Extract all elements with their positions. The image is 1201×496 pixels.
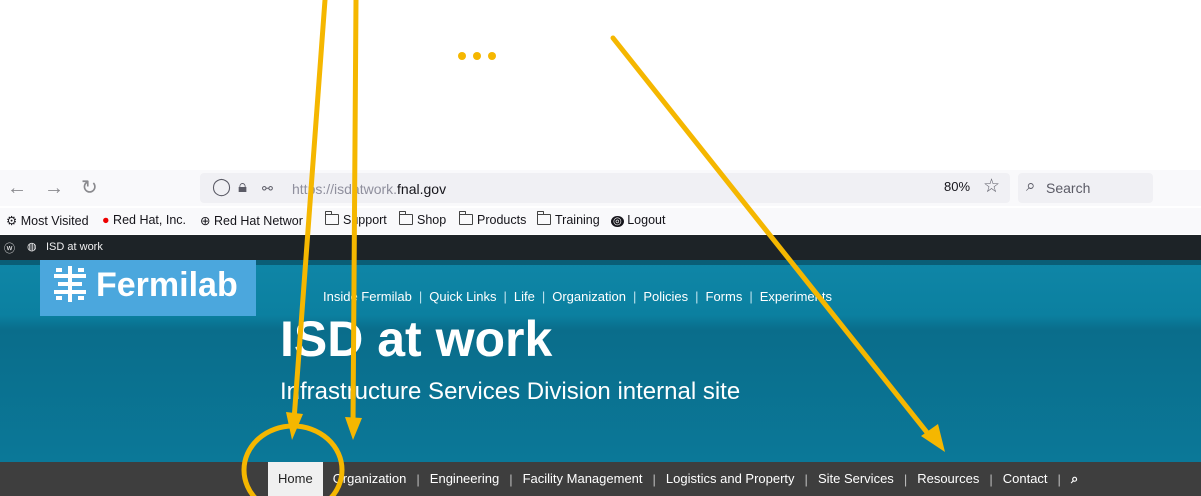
- logout-icon: ◎: [611, 216, 624, 227]
- browser-toolbar: ← → ↻ ◯ 🔒︎ ⚯ https://isdatwork.fnal.gov …: [0, 170, 1201, 206]
- bookmark-products[interactable]: Products: [458, 211, 526, 227]
- search-placeholder: Search: [1046, 180, 1091, 196]
- address-bar[interactable]: ◯ 🔒︎ ⚯ https://isdatwork.fnal.gov: [200, 173, 1010, 203]
- globe-icon: ⊕: [200, 214, 211, 228]
- menu-contact[interactable]: Contact: [993, 462, 1058, 496]
- bookmark-support[interactable]: Support: [324, 211, 387, 227]
- gear-icon: ⚙: [6, 214, 18, 228]
- menu-organization[interactable]: Organization: [323, 462, 417, 496]
- red-hat-icon: ●: [102, 213, 110, 227]
- bookmark-logout[interactable]: ◎ Logout: [611, 213, 665, 227]
- bookmark-training[interactable]: Training: [536, 211, 600, 227]
- folder-icon: [324, 211, 339, 225]
- site-subtitle: Infrastructure Services Division interna…: [280, 378, 741, 405]
- search-icon: ⌕: [1026, 176, 1036, 195]
- menu-resources[interactable]: Resources: [907, 462, 989, 496]
- zoom-level[interactable]: 80%: [944, 179, 970, 194]
- url-text[interactable]: https://isdatwork.fnal.gov: [292, 181, 446, 197]
- menu-home[interactable]: Home: [268, 462, 323, 496]
- admin-bar: ⓦ ◍ ISD at work: [0, 235, 1201, 260]
- permissions-icon[interactable]: ⚯: [262, 181, 273, 197]
- top-nav-quick-links[interactable]: Quick Links: [429, 289, 496, 304]
- lock-icon[interactable]: 🔒︎: [238, 177, 247, 197]
- fermilab-logo[interactable]: Fermilab: [40, 260, 256, 316]
- top-nav-forms[interactable]: Forms: [706, 289, 743, 304]
- nav-separator: |: [695, 289, 699, 304]
- fermilab-logo-icon: [54, 266, 86, 302]
- back-arrow-icon[interactable]: ←: [7, 176, 27, 200]
- menu-logistics-and-property[interactable]: Logistics and Property: [656, 462, 805, 496]
- top-nav-policies[interactable]: Policies: [643, 289, 688, 304]
- nav-separator: |: [541, 289, 546, 304]
- bookmark-red-hat[interactable]: ● Red Hat, Inc.: [102, 213, 186, 227]
- shield-icon[interactable]: ◯: [212, 177, 231, 197]
- top-nav-inside-fermilab[interactable]: Inside Fermilab: [323, 289, 412, 304]
- site-header: Fermilab Inside Fermilab | Quick Links | Lif…: [0, 260, 1201, 462]
- wordpress-icon[interactable]: ⓦ: [4, 240, 15, 256]
- logo-text: Fermilab: [96, 266, 238, 304]
- nav-separator: |: [418, 289, 423, 304]
- ellipsis-indicator: [458, 52, 496, 60]
- main-menu: Home Organization | Engineering | Facility…: [268, 462, 1088, 496]
- reload-icon[interactable]: ↻: [81, 176, 98, 200]
- dashboard-icon[interactable]: ◍: [27, 240, 37, 253]
- forward-arrow-icon[interactable]: →: [44, 176, 64, 200]
- menu-site-services[interactable]: Site Services: [808, 462, 904, 496]
- browser-search-box[interactable]: ⌕ Search: [1018, 173, 1153, 203]
- folder-icon: [536, 211, 551, 225]
- menu-facility-management[interactable]: Facility Management: [513, 462, 653, 496]
- folder-icon: [458, 211, 473, 225]
- nav-separator: |: [503, 289, 507, 304]
- menu-engineering[interactable]: Engineering: [420, 462, 509, 496]
- admin-bar-site-name[interactable]: ISD at work: [46, 241, 103, 253]
- blank-canvas: [0, 0, 1201, 170]
- bookmark-shop[interactable]: Shop: [398, 211, 446, 227]
- search-icon[interactable]: ⌕: [1061, 462, 1088, 496]
- top-nav-experiments[interactable]: Experiments: [760, 289, 832, 304]
- bookmark-red-hat-network[interactable]: ⊕ Red Hat Networ: [200, 213, 303, 228]
- top-nav: Inside Fermilab | Quick Links | Life | Organiz…: [323, 289, 832, 304]
- top-nav-organization[interactable]: Organization: [552, 289, 626, 304]
- bookmark-most-visited[interactable]: ⚙ Most Visited: [6, 213, 89, 228]
- bookmark-star-icon[interactable]: ☆: [983, 175, 1000, 198]
- bookmarks-bar: ⚙ Most Visited ● Red Hat, Inc. ⊕ Red Hat…: [0, 208, 1201, 234]
- folder-icon: [398, 211, 413, 225]
- site-title[interactable]: ISD at work: [280, 310, 552, 368]
- main-menu-bar: Home Organization | Engineering | Facility…: [0, 462, 1201, 496]
- top-nav-life[interactable]: Life: [514, 289, 535, 304]
- nav-separator: |: [632, 289, 637, 304]
- nav-separator: |: [749, 289, 753, 304]
